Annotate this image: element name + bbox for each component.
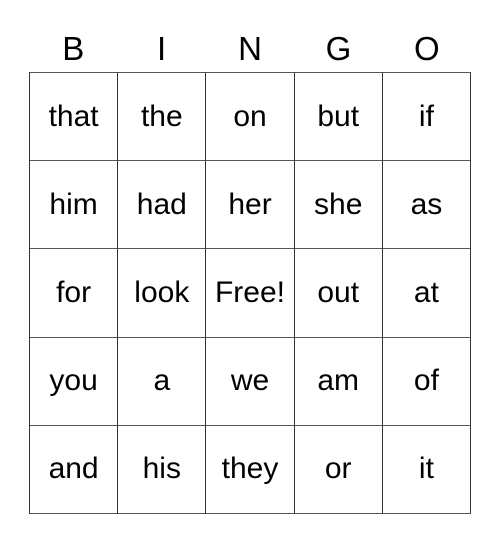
bingo-header-letter-o: O xyxy=(383,24,471,72)
bingo-row: for look Free! out at xyxy=(30,249,472,338)
bingo-cell[interactable]: on xyxy=(206,73,295,162)
bingo-cell[interactable]: a xyxy=(118,337,207,426)
bingo-cell[interactable]: if xyxy=(382,73,472,162)
bingo-cell[interactable]: or xyxy=(294,425,383,514)
bingo-cell-label: and xyxy=(48,452,99,486)
bingo-cell-label: the xyxy=(140,99,183,133)
bingo-row: him had her she as xyxy=(30,161,472,250)
bingo-header-row: B I N G O xyxy=(29,24,471,72)
bingo-cell-label: or xyxy=(324,452,352,486)
bingo-cell-label: for xyxy=(56,275,92,309)
bingo-cell[interactable]: out xyxy=(294,249,383,338)
bingo-cell[interactable]: she xyxy=(294,161,383,250)
bingo-cell-label: him xyxy=(49,187,98,221)
bingo-cell[interactable]: am xyxy=(294,337,383,426)
bingo-grid: that the on but if him had her she as fo… xyxy=(29,72,472,514)
bingo-cell[interactable]: they xyxy=(206,425,295,514)
bingo-cell[interactable]: of xyxy=(382,337,472,426)
header-letter-text: O xyxy=(413,29,440,67)
bingo-cell[interactable]: had xyxy=(118,161,207,250)
bingo-cell[interactable]: him xyxy=(30,161,119,250)
bingo-header-letter-g: G xyxy=(294,24,382,72)
bingo-card: B I N G O that the on but if him had her… xyxy=(0,0,500,544)
bingo-cell-label: had xyxy=(136,187,187,221)
bingo-cell[interactable]: we xyxy=(206,337,295,426)
bingo-row: that the on but if xyxy=(30,73,472,162)
bingo-cell-label: of xyxy=(413,364,439,398)
header-letter-text: B xyxy=(62,29,85,67)
bingo-header-letter-b: B xyxy=(29,24,117,72)
bingo-header-letter-i: I xyxy=(117,24,205,72)
bingo-cell-label: it xyxy=(418,452,434,486)
bingo-cell-label: look xyxy=(134,275,190,309)
bingo-cell[interactable]: as xyxy=(382,161,472,250)
bingo-cell[interactable]: you xyxy=(30,337,119,426)
bingo-cell[interactable]: it xyxy=(382,425,472,514)
bingo-cell-label: that xyxy=(48,99,99,133)
bingo-row: you a we am of xyxy=(30,337,472,426)
bingo-cell-label: they xyxy=(221,452,279,486)
header-letter-text: I xyxy=(157,29,167,67)
bingo-cell[interactable]: his xyxy=(118,425,207,514)
bingo-row: and his they or it xyxy=(30,425,472,514)
bingo-header-letter-n: N xyxy=(206,24,294,72)
bingo-cell-label: a xyxy=(153,364,171,398)
bingo-cell-label: we xyxy=(230,364,270,398)
bingo-cell-label: am xyxy=(317,364,360,398)
bingo-cell[interactable]: that xyxy=(30,73,119,162)
bingo-cell-label: at xyxy=(413,275,439,309)
bingo-cell[interactable]: for xyxy=(30,249,119,338)
header-letter-text: G xyxy=(325,29,352,67)
bingo-free-space-label: Free! xyxy=(214,275,286,309)
bingo-cell-label: his xyxy=(142,452,181,486)
bingo-cell[interactable]: look xyxy=(118,249,207,338)
bingo-cell-label: out xyxy=(317,275,360,309)
bingo-cell-label: but xyxy=(317,99,360,133)
bingo-cell[interactable]: the xyxy=(118,73,207,162)
bingo-cell-label: her xyxy=(228,187,272,221)
bingo-cell-label: on xyxy=(233,99,267,133)
bingo-cell-label: if xyxy=(418,99,434,133)
bingo-cell-label: she xyxy=(314,187,363,221)
bingo-cell[interactable]: but xyxy=(294,73,383,162)
bingo-cell[interactable]: at xyxy=(382,249,472,338)
bingo-cell[interactable]: and xyxy=(30,425,119,514)
bingo-cell[interactable]: her xyxy=(206,161,295,250)
bingo-cell-label: you xyxy=(49,364,98,398)
bingo-cell-label: as xyxy=(410,187,443,221)
bingo-free-space-cell[interactable]: Free! xyxy=(206,249,295,338)
header-letter-text: N xyxy=(238,29,262,67)
